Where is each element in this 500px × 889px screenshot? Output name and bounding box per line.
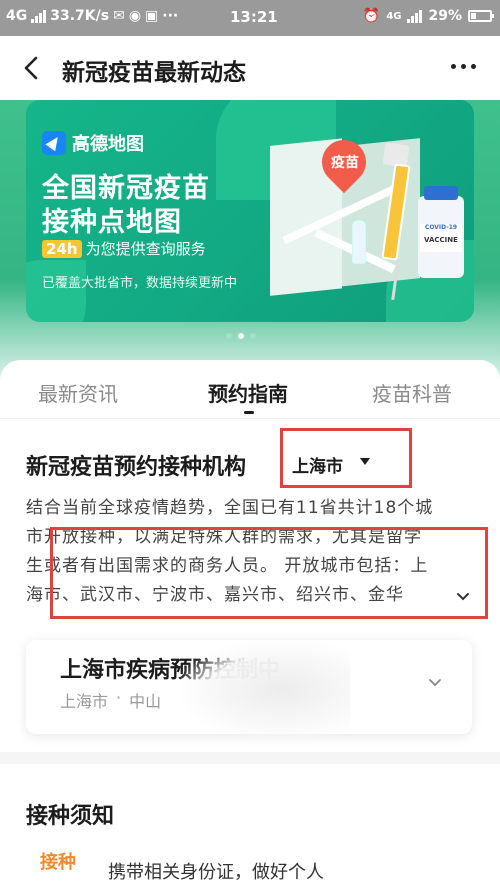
carousel-dot-active: [238, 333, 244, 339]
battery-percent: 29%: [428, 8, 462, 24]
signal-icon: [31, 9, 47, 23]
network-speed: 33.7K/s: [50, 8, 110, 24]
pin-label: 疫苗: [331, 155, 359, 171]
section-gap: [0, 752, 500, 764]
tab-latest-news[interactable]: 最新资讯: [38, 378, 118, 407]
status-bar: 4G 33.7K/s ✉ ◉ ▣ ··· 13:21 ⏰ 4G 29%: [0, 0, 500, 36]
banner-headline: 全国新冠疫苗 接种点地图: [42, 172, 210, 240]
chevron-down-icon[interactable]: [456, 590, 470, 604]
notice-badge: 接种: [40, 852, 76, 873]
active-tab-indicator: [244, 411, 254, 414]
redaction-blur: [180, 640, 350, 740]
clock: 13:21: [230, 8, 278, 26]
amap-logo-icon: [42, 131, 66, 155]
city-select-label[interactable]: 上海市: [292, 452, 343, 477]
notice-item: 携带相关身份证，做好个人: [108, 862, 324, 883]
back-icon[interactable]: [16, 52, 48, 84]
tab-divider: [0, 418, 500, 419]
nav-bar: 新冠疫苗最新动态: [0, 36, 500, 100]
vial-label: VACCINE: [424, 236, 458, 244]
more-notifications-icon: ···: [162, 8, 179, 24]
chevron-down-icon[interactable]: [428, 676, 442, 690]
banner-subtitle: 24h 为您提供查询服务: [42, 238, 206, 259]
institution-district: 中山: [129, 692, 162, 711]
description-highlight: [50, 527, 488, 619]
network-type: 4G: [6, 8, 28, 24]
vial-brand: COVID-19: [424, 224, 458, 231]
institution-city: 上海市: [60, 692, 109, 711]
description-line: 结合当前全球疫情趋势，全国已有11省共计18个城: [26, 498, 434, 518]
tab-vaccine-science[interactable]: 疫苗科普: [372, 378, 452, 407]
meta-separator: ·: [116, 688, 122, 707]
vial-cap: [424, 186, 458, 200]
page-title: 新冠疫苗最新动态: [62, 60, 246, 86]
logo-text: 高德地图: [72, 134, 144, 155]
caret-down-icon[interactable]: [360, 458, 370, 465]
ampoule-icon: [352, 220, 366, 264]
battery-icon: [468, 10, 494, 22]
amap-logo: 高德地图: [42, 130, 144, 156]
carousel-dot: [250, 333, 256, 339]
more-icon[interactable]: [451, 64, 476, 69]
leaf-decoration: [26, 260, 86, 322]
notice-title: 接种须知: [26, 804, 115, 829]
banner-subtitle-text: 为您提供查询服务: [85, 240, 206, 258]
wechat-icon: ✉: [113, 8, 125, 24]
carousel-dot: [226, 333, 232, 339]
tag-24h: 24h: [42, 239, 82, 258]
app-icon: ▣: [145, 8, 159, 24]
banner-headline-line2: 接种点地图: [42, 207, 182, 238]
banner-note: 已覆盖大批省市，数据持续更新中: [42, 276, 238, 291]
alarm-icon: ⏰: [362, 8, 381, 24]
section-title: 新冠疫苗预约接种机构: [26, 455, 247, 480]
carousel-indicator: [226, 333, 256, 339]
banner-carousel[interactable]: 高德地图 全国新冠疫苗 接种点地图 24h 为您提供查询服务 已覆盖大批省市，数…: [26, 100, 474, 322]
network-type-right: 4G: [386, 10, 402, 22]
tab-booking-guide[interactable]: 预约指南: [208, 378, 288, 407]
cell-signal-icon: [407, 9, 423, 23]
banner-headline-line1: 全国新冠疫苗: [42, 173, 210, 204]
qq-icon: ◉: [128, 8, 142, 24]
